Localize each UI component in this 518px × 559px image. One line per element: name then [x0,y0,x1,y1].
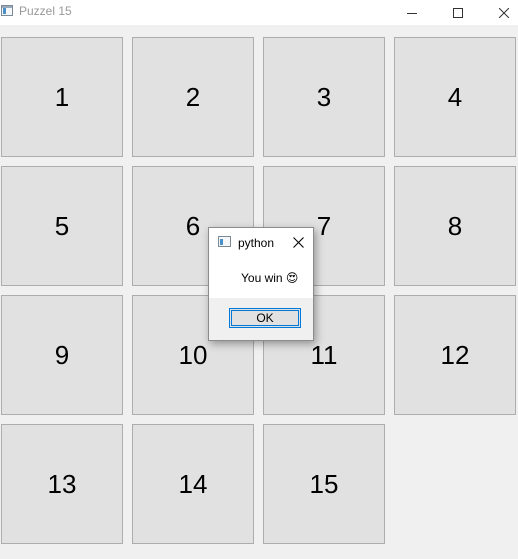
puzzle-tile[interactable]: 8 [394,166,516,286]
puzzle-tile[interactable]: 5 [1,166,123,286]
puzzle-tile[interactable]: 2 [132,37,254,157]
title-bar: Puzzel 15 [0,0,518,25]
dialog-title: python [238,236,275,250]
close-icon [292,236,304,248]
close-icon [499,7,509,18]
dialog-close-button[interactable] [289,234,307,250]
close-button[interactable] [481,0,518,25]
maximize-button[interactable] [435,0,481,25]
dialog-message: You win 😍 [241,271,299,285]
puzzle-tile[interactable]: 1 [1,37,123,157]
minimize-icon [407,12,417,14]
window-title: Puzzel 15 [19,4,72,18]
puzzle-tile[interactable]: 3 [263,37,385,157]
puzzle-tile[interactable]: 12 [394,295,516,415]
puzzle-tile[interactable]: 15 [263,424,385,544]
puzzle-tile[interactable]: 9 [1,295,123,415]
maximize-icon [453,7,463,18]
puzzle-tile[interactable]: 13 [1,424,123,544]
dialog-header: python You win 😍 [209,228,313,298]
ok-button[interactable]: OK [229,308,301,328]
puzzle-tile[interactable]: 14 [132,424,254,544]
minimize-button[interactable] [389,0,435,25]
puzzle-tile[interactable]: 4 [394,37,516,157]
window-app-icon [1,5,13,16]
window-app-icon [218,236,231,247]
win-dialog: python You win 😍 OK [208,227,314,341]
